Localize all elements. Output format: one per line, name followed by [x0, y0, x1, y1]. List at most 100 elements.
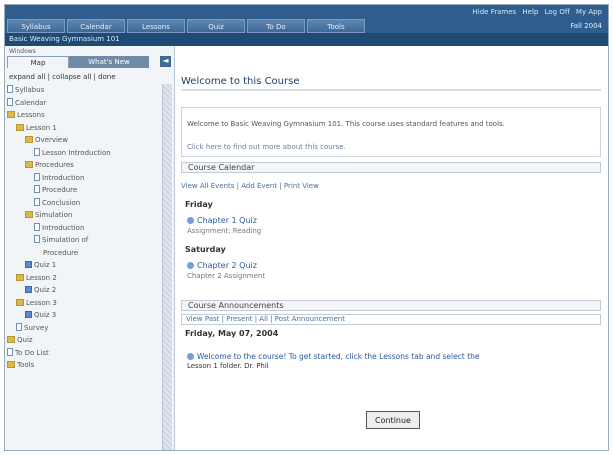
- my-app-link[interactable]: My App: [576, 8, 602, 16]
- tree-item[interactable]: Simulation of: [7, 234, 161, 247]
- announcement-text[interactable]: Welcome to the course! To get started, c…: [197, 352, 479, 361]
- tree-item[interactable]: Simulation: [7, 209, 161, 222]
- tree-item[interactable]: Calendar: [7, 97, 161, 110]
- main-content: Welcome to this Course Welcome to Basic …: [177, 46, 608, 450]
- tree-item[interactable]: Procedure: [7, 247, 161, 260]
- tree-item-label: Lesson 3: [26, 298, 57, 307]
- tree-item[interactable]: Quiz 2: [7, 284, 161, 297]
- folder-icon: [25, 161, 33, 168]
- tree-item[interactable]: Lessons: [7, 109, 161, 122]
- tree-item-label: Procedure: [43, 248, 79, 257]
- tree-item[interactable]: Quiz 3: [7, 309, 161, 322]
- tree-item-label: Lessons: [17, 111, 45, 119]
- quiz-icon: [25, 261, 32, 268]
- calendar-day: Friday: [185, 200, 213, 209]
- tree-item[interactable]: Tools: [7, 359, 161, 372]
- windows-label: Windows: [9, 48, 36, 55]
- tree-item[interactable]: Introduction: [7, 222, 161, 235]
- event-dot-icon: [187, 262, 194, 269]
- doc-icon: [34, 235, 40, 243]
- tree-item[interactable]: Lesson 2: [7, 272, 161, 285]
- doc-icon: [34, 222, 40, 231]
- welcome-text: Welcome to Basic Weaving Gymnasium 101. …: [187, 120, 505, 128]
- event-dot-icon: [187, 217, 194, 224]
- tree-item-label: Lesson Introduction: [42, 148, 111, 157]
- tab-calendar[interactable]: Calendar: [67, 19, 125, 33]
- folder-icon: [25, 211, 33, 218]
- calendar-event[interactable]: Chapter 2 Quiz: [187, 261, 257, 270]
- tree-item[interactable]: Quiz: [7, 334, 161, 347]
- page-title: Welcome to this Course: [181, 76, 300, 87]
- doc-icon: [7, 85, 13, 93]
- tree-item[interactable]: Procedures: [7, 159, 161, 172]
- main-nav: Syllabus Calendar Lessons Quiz To Do Too…: [7, 19, 365, 33]
- tab-map[interactable]: Map: [7, 56, 69, 68]
- doc-icon: [16, 322, 22, 331]
- folder-icon: [16, 273, 24, 281]
- announcement-line: Welcome to the course! To get started, c…: [187, 352, 479, 361]
- tree-item[interactable]: Survey: [7, 322, 161, 335]
- folder-icon: [7, 111, 15, 118]
- tab-to-do[interactable]: To Do: [247, 19, 305, 33]
- left-pane: Windows Map What's New ◄ expand all | co…: [5, 46, 175, 450]
- tree-item[interactable]: To Do List: [7, 347, 161, 360]
- doc-icon: [34, 172, 40, 181]
- tree-item[interactable]: Procedure: [7, 184, 161, 197]
- term-label: Fall 2004: [570, 22, 602, 30]
- top-links: Hide Frames Help Log Off My App: [469, 8, 602, 16]
- folder-icon: [16, 123, 24, 131]
- tree-item-label: Overview: [35, 136, 68, 144]
- tab-whats-new[interactable]: What's New: [69, 56, 149, 68]
- tree-item-label: Procedures: [35, 161, 74, 169]
- tree-item-label: Introduction: [42, 173, 85, 182]
- tree-item[interactable]: Conclusion: [7, 197, 161, 210]
- calendar-event[interactable]: Chapter 1 Quiz: [187, 216, 257, 225]
- folder-icon: [7, 361, 15, 368]
- doc-icon: [34, 185, 40, 193]
- tab-syllabus[interactable]: Syllabus: [7, 19, 65, 33]
- calendar-event-label: Chapter 2 Quiz: [197, 261, 257, 270]
- tree-item[interactable]: Overview: [7, 134, 161, 147]
- log-off-link[interactable]: Log Off: [545, 8, 570, 16]
- tree-item[interactable]: Lesson 1: [7, 122, 161, 135]
- tab-tools[interactable]: Tools: [307, 19, 365, 33]
- tab-lessons[interactable]: Lessons: [127, 19, 185, 33]
- continue-button[interactable]: Continue: [366, 411, 420, 429]
- tree-item[interactable]: Introduction: [7, 172, 161, 185]
- tree-item-label: Procedure: [42, 186, 78, 194]
- doc-icon: [34, 197, 40, 206]
- calendar-event-subtitle: Assignment: Reading: [187, 227, 262, 235]
- collapse-pane-icon[interactable]: ◄: [160, 56, 171, 67]
- tree-item[interactable]: Lesson Introduction: [7, 147, 161, 160]
- help-link[interactable]: Help: [522, 8, 538, 16]
- tree-item-label: Lesson 1: [26, 123, 57, 132]
- tree-item[interactable]: Lesson 3: [7, 297, 161, 310]
- tree-item-label: Quiz 1: [34, 261, 57, 269]
- tree-item-label: Introduction: [42, 223, 85, 232]
- welcome-link[interactable]: Click here to find out more about this c…: [187, 143, 346, 151]
- doc-icon: [34, 147, 40, 156]
- left-scrollbar[interactable]: [162, 84, 172, 450]
- hide-frames-link[interactable]: Hide Frames: [473, 8, 517, 16]
- tree-item[interactable]: Quiz 1: [7, 259, 161, 272]
- expand-collapse-links[interactable]: expand all | collapse all | done: [9, 73, 116, 81]
- left-tabs: Map What's New: [7, 56, 149, 68]
- tree-item-label: Syllabus: [15, 86, 45, 94]
- app-window: Hide Frames Help Log Off My App Syllabus…: [4, 4, 609, 451]
- top-bar: Hide Frames Help Log Off My App Syllabus…: [5, 5, 608, 33]
- tab-quiz[interactable]: Quiz: [187, 19, 245, 33]
- quiz-icon: [25, 286, 32, 293]
- tree-item-label: Conclusion: [42, 198, 81, 207]
- tree-item-label: Lesson 2: [26, 273, 57, 282]
- calendar-section-title: Course Calendar: [181, 162, 601, 173]
- tree-item-label: Quiz: [17, 336, 33, 344]
- announcement-dot-icon: [187, 353, 194, 360]
- calendar-links[interactable]: View All Events | Add Event | Print View: [181, 182, 319, 190]
- tree-item-label: Simulation: [35, 211, 73, 219]
- quiz-icon: [25, 311, 32, 318]
- announcements-toolbar[interactable]: View Past | Present | All | Post Announc…: [181, 314, 601, 325]
- doc-icon: [7, 97, 13, 106]
- tree-item[interactable]: Syllabus: [7, 84, 161, 97]
- tree-item-label: Quiz 2: [34, 286, 57, 294]
- folder-icon: [25, 136, 33, 143]
